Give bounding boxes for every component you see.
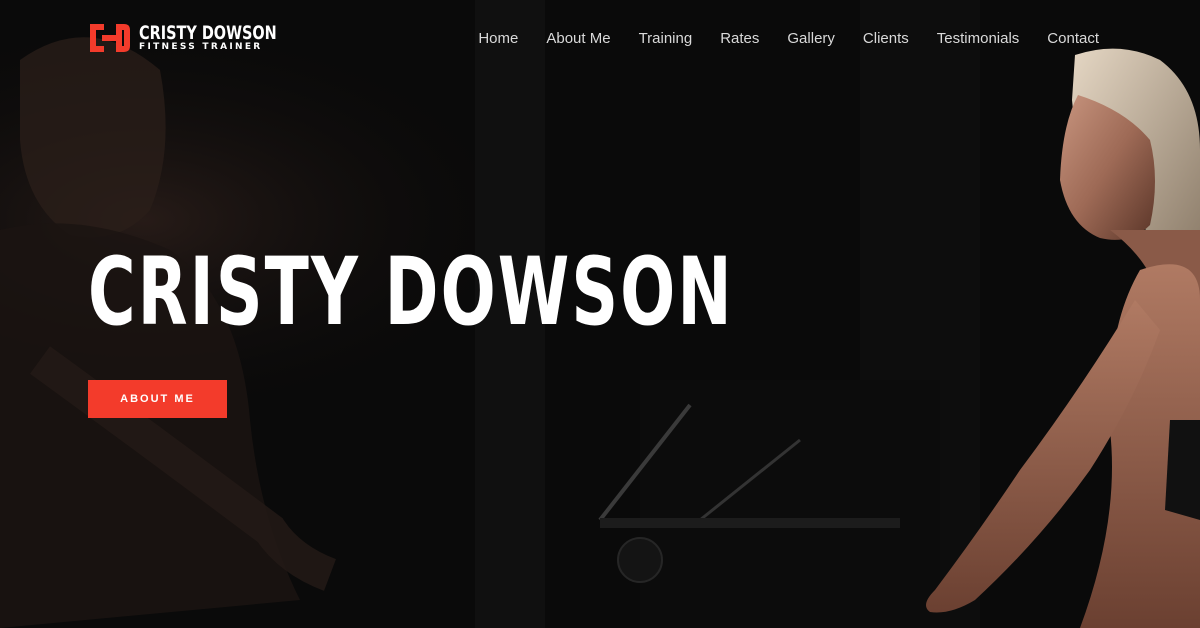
nav-item-testimonials[interactable]: Testimonials <box>937 30 1020 48</box>
brand-name: CRISTY DOWSON <box>139 22 277 44</box>
nav-item-training[interactable]: Training <box>639 30 693 48</box>
about-me-button[interactable]: ABOUT ME <box>88 380 227 418</box>
nav-item-contact[interactable]: Contact <box>1047 30 1099 48</box>
nav-item-home[interactable]: Home <box>478 30 518 48</box>
cd-monogram-logo-icon <box>90 24 130 52</box>
hero-title: CRISTY DOWSON <box>88 238 734 347</box>
nav-item-about-me[interactable]: About Me <box>546 30 610 48</box>
main-navigation: Home About Me Training Rates Gallery Cli… <box>478 30 1099 48</box>
nav-item-clients[interactable]: Clients <box>863 30 909 48</box>
nav-item-rates[interactable]: Rates <box>720 30 759 48</box>
nav-item-gallery[interactable]: Gallery <box>787 30 835 48</box>
brand-tagline: FITNESS TRAINER <box>139 42 263 52</box>
site-logo[interactable]: CRISTY DOWSON FITNESS TRAINER <box>88 22 277 56</box>
site-header: CRISTY DOWSON FITNESS TRAINER Home About… <box>0 0 1200 78</box>
